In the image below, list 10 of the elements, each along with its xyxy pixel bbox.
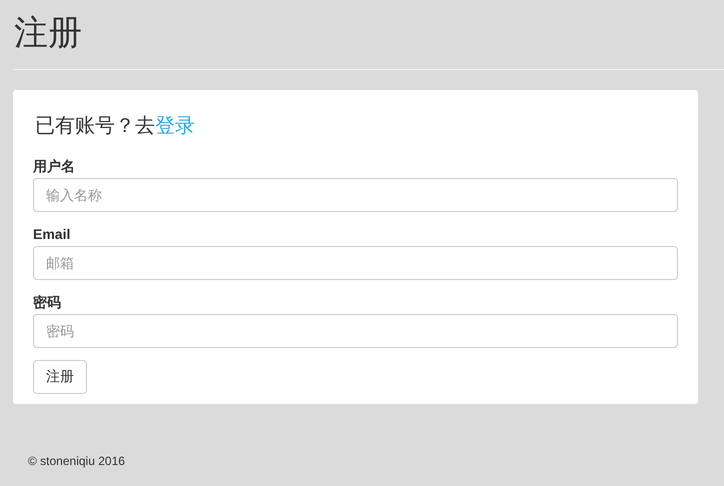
register-button[interactable]: 注册: [33, 360, 87, 394]
input-field[interactable]: 邮箱: [33, 246, 678, 280]
login-prompt: 已有账号？去登录: [35, 114, 195, 139]
page-title: 注册: [14, 14, 82, 54]
field-label: Email: [33, 225, 70, 244]
copyright-text: © stoneniqiu 2016: [28, 454, 125, 468]
input-field[interactable]: 输入名称: [33, 178, 678, 212]
input-field[interactable]: 密码: [33, 314, 678, 348]
field-label: 密码: [33, 293, 61, 312]
field-label: 用户名: [33, 157, 75, 176]
